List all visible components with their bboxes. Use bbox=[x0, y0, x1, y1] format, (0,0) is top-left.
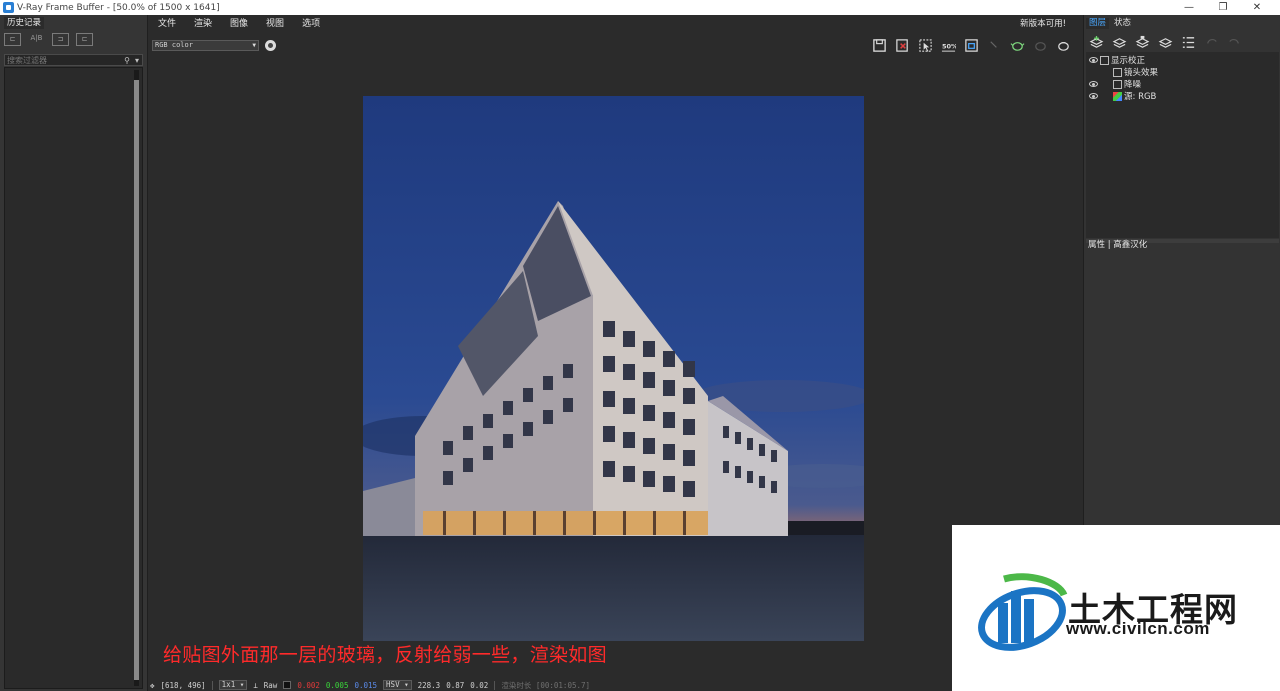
history-filter: ⚲ ▾ bbox=[4, 54, 143, 66]
zoom-select[interactable]: 1x1 ▾ bbox=[218, 680, 248, 690]
pick-tool-icon[interactable] bbox=[986, 37, 1003, 54]
rendered-image bbox=[363, 96, 864, 641]
remove-history-icon[interactable]: ⊏ bbox=[76, 33, 93, 46]
tab-layers[interactable]: 图层 bbox=[1086, 18, 1110, 29]
statusbar: ✥ [618, 496] 1x1 ▾ ⊥ Raw 0.002 0.005 0.0… bbox=[150, 679, 952, 691]
layer-row[interactable]: 镜头效果 bbox=[1086, 66, 1279, 78]
source-rgb-icon bbox=[1113, 91, 1122, 101]
chevron-down-icon[interactable]: ▾ bbox=[132, 56, 142, 65]
search-input[interactable] bbox=[5, 55, 122, 65]
restore-button[interactable]: ❐ bbox=[1206, 0, 1240, 15]
layer-label: 显示校正 bbox=[1111, 56, 1146, 66]
layers-tabs: 图层 状态 bbox=[1086, 18, 1134, 29]
menu-view[interactable]: 视图 bbox=[258, 16, 294, 29]
interactive-render-icon[interactable] bbox=[1032, 37, 1049, 54]
pixel-coords: [618, 496] bbox=[160, 680, 206, 690]
render-teapot-icon[interactable] bbox=[1009, 37, 1026, 54]
layer-label: 源: RGB bbox=[1124, 92, 1157, 102]
search-icon[interactable]: ⚲ bbox=[122, 56, 132, 65]
layer-label: 镜头效果 bbox=[1124, 68, 1159, 78]
lens-effect-icon bbox=[1113, 67, 1122, 77]
tab-history[interactable]: 历史记录 bbox=[4, 17, 45, 29]
cursor-icon: ✥ bbox=[150, 680, 155, 690]
value-value: 0.02 bbox=[470, 680, 489, 690]
eye-icon[interactable] bbox=[1089, 93, 1098, 99]
svg-text:50%: 50% bbox=[942, 42, 956, 50]
zoom-50-icon[interactable]: 50% bbox=[940, 37, 957, 54]
undo-icon[interactable] bbox=[1203, 34, 1220, 51]
layers-tree[interactable]: 显示校正 镜头效果 降噪 源: RGB bbox=[1086, 52, 1279, 238]
chevron-down-icon: ▼ bbox=[252, 42, 256, 49]
color-mode-value: HSV bbox=[386, 680, 400, 689]
pin-icon[interactable]: ⊥ bbox=[253, 681, 258, 690]
follow-mouse-icon[interactable] bbox=[963, 37, 980, 54]
window-controls: — ❐ ✕ bbox=[1172, 0, 1274, 15]
redo-icon[interactable] bbox=[1226, 34, 1243, 51]
save-layers-icon[interactable] bbox=[1134, 34, 1151, 51]
blue-value: 0.015 bbox=[354, 680, 378, 690]
channel-select[interactable]: RGB color ▼ bbox=[152, 40, 259, 51]
saturation-value: 0.87 bbox=[446, 680, 465, 690]
save-history-icon[interactable]: ⊏ bbox=[4, 33, 21, 46]
menubar: 文件 渲染 图像 视图 选项 新版本可用! bbox=[150, 15, 1082, 30]
vray-app-icon bbox=[3, 2, 14, 13]
load-layers-icon[interactable] bbox=[1157, 34, 1174, 51]
layer-row[interactable]: 降噪 bbox=[1086, 78, 1279, 90]
window-title: V-Ray Frame Buffer - [50.0% of 1500 x 16… bbox=[17, 2, 220, 13]
green-value: 0.005 bbox=[325, 680, 349, 690]
checkbox-icon[interactable] bbox=[1100, 55, 1109, 65]
color-swatch bbox=[283, 681, 292, 689]
save-icon[interactable] bbox=[871, 37, 888, 54]
layers-toolbar bbox=[1088, 34, 1243, 51]
load-history-icon[interactable]: ⊐ bbox=[52, 33, 69, 46]
red-value: 0.002 bbox=[297, 680, 320, 690]
channel-select-value: RGB color bbox=[155, 41, 193, 49]
divider bbox=[211, 680, 213, 690]
hue-value: 228.3 bbox=[417, 680, 441, 690]
raw-label: Raw bbox=[263, 680, 278, 690]
zoom-value: 1x1 bbox=[221, 680, 236, 689]
menu-file[interactable]: 文件 bbox=[150, 16, 186, 29]
watermark-url: www.civilcn.com bbox=[1066, 619, 1210, 638]
denoiser-icon bbox=[1113, 79, 1122, 89]
list-icon[interactable] bbox=[1180, 34, 1197, 51]
layer-row[interactable]: 显示校正 bbox=[1086, 54, 1279, 66]
delete-layer-icon[interactable] bbox=[1111, 34, 1128, 51]
eye-icon[interactable] bbox=[1089, 81, 1098, 87]
history-toolbar: ⊏ A|B ⊐ ⊏ bbox=[4, 33, 93, 49]
history-panel: 历史记录 ⊏ A|B ⊐ ⊏ ⚲ ▾ bbox=[0, 15, 148, 691]
color-correction-icon[interactable] bbox=[265, 40, 276, 51]
annotation-caption: 给贴图外面那一层的玻璃，反射给弱一些，渲染如图 bbox=[163, 644, 607, 666]
layer-label: 降噪 bbox=[1124, 80, 1142, 90]
render-time: 渲染时长 [00:01:05.7] bbox=[501, 680, 591, 690]
vfb-toolbar: RGB color ▼ 50% bbox=[150, 32, 1082, 58]
properties-title: 属性 | 高鑫汉化 bbox=[1088, 240, 1148, 250]
teapot-icon[interactable] bbox=[1055, 37, 1072, 54]
divider bbox=[494, 680, 496, 690]
history-list[interactable] bbox=[4, 67, 143, 689]
eye-icon[interactable] bbox=[1089, 57, 1098, 63]
new-version-link[interactable]: 新版本可用! bbox=[1020, 17, 1066, 29]
site-watermark: 土木工程网 www.civilcn.com bbox=[952, 525, 1280, 691]
toolbar-icons: 50% bbox=[871, 37, 1072, 54]
render-viewport[interactable] bbox=[150, 58, 1080, 678]
menu-image[interactable]: 图像 bbox=[222, 16, 258, 29]
region-render-icon[interactable] bbox=[917, 37, 934, 54]
tab-stats[interactable]: 状态 bbox=[1111, 18, 1134, 29]
history-scrollbar[interactable] bbox=[134, 70, 139, 686]
scrollbar-thumb[interactable] bbox=[134, 80, 139, 680]
menu-render[interactable]: 渲染 bbox=[186, 16, 222, 29]
create-layer-icon[interactable] bbox=[1088, 34, 1105, 51]
menu-options[interactable]: 选项 bbox=[294, 16, 330, 29]
ab-compare-icon[interactable]: A|B bbox=[28, 33, 45, 46]
layer-row[interactable]: 源: RGB bbox=[1086, 90, 1279, 102]
minimize-button[interactable]: — bbox=[1172, 0, 1206, 15]
color-mode-select[interactable]: HSV ▾ bbox=[383, 680, 412, 690]
close-button[interactable]: ✕ bbox=[1240, 0, 1274, 15]
clear-image-icon[interactable] bbox=[894, 37, 911, 54]
window-titlebar: V-Ray Frame Buffer - [50.0% of 1500 x 16… bbox=[0, 0, 1280, 15]
